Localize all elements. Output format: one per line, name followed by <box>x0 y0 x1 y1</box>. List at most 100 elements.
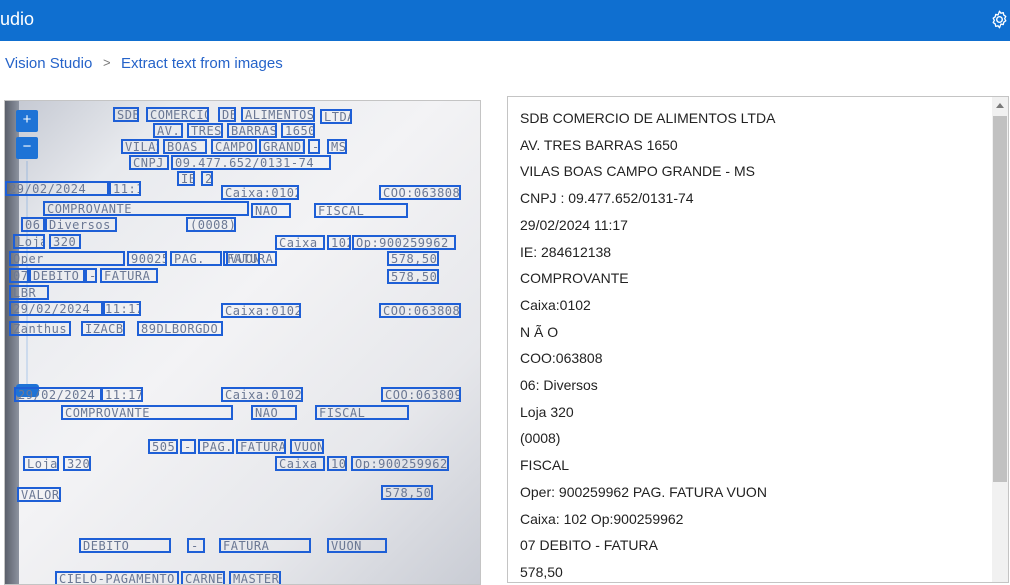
ocr-region-box[interactable]: FISCAL <box>315 405 409 420</box>
ocr-region-box[interactable]: 320 <box>49 234 81 249</box>
ocr-region-box[interactable]: LTDA <box>320 109 352 124</box>
image-viewer[interactable]: + − SDB COMERCIO DE ALIMENTOS LTDA AV. TRES BAR… <box>4 100 481 585</box>
ocr-region-box[interactable]: 578,50 <box>387 269 439 284</box>
receipt-background <box>5 101 19 584</box>
ocr-region-box[interactable]: IE <box>177 171 195 186</box>
ocr-region-box[interactable]: Diversos <box>45 217 117 232</box>
ocr-region-box[interactable]: FATURA <box>236 439 286 454</box>
ocr-region-box[interactable]: Caixa <box>275 235 325 250</box>
ocr-region-box[interactable]: - <box>187 538 205 553</box>
extracted-text-line: (0008) <box>520 430 561 447</box>
ocr-region-box[interactable]: FATURA <box>219 538 311 553</box>
ocr-region-box[interactable]: 29/02/2024 <box>9 301 105 316</box>
extracted-text-line: COMPROVANTE <box>520 270 629 287</box>
ocr-region-box[interactable]: Zanthus <box>9 321 71 336</box>
ocr-region-box[interactable]: VUON <box>290 439 324 454</box>
ocr-region-box[interactable]: 11:17 <box>101 301 141 316</box>
ocr-region-box[interactable]: - <box>85 268 97 283</box>
ocr-region-box[interactable]: 284612138 <box>201 171 213 186</box>
ocr-region-box[interactable]: 06 <box>21 217 45 232</box>
ocr-region-box[interactable]: 102 <box>327 235 351 250</box>
ocr-region-box[interactable]: CNPJ <box>129 155 169 170</box>
extracted-text-line: N Ã O <box>520 323 559 340</box>
ocr-region-box[interactable]: 320 <box>63 456 91 471</box>
ocr-region-box[interactable]: 29/02/2024 <box>14 387 102 402</box>
extracted-text-line: 578,50 <box>520 563 563 580</box>
ocr-region-box[interactable]: Op:900259962 <box>352 235 456 250</box>
scrollbar-thumb[interactable] <box>993 116 1007 482</box>
ocr-region-box[interactable]: PAG. <box>198 439 234 454</box>
ocr-region-box[interactable]: PAG. <box>170 251 222 266</box>
ocr-region-box[interactable]: BOAS <box>163 139 207 154</box>
ocr-region-box[interactable]: COMPROVANTE <box>43 201 249 216</box>
gear-icon[interactable] <box>989 9 1010 30</box>
top-bar: udio <box>0 0 1010 41</box>
extracted-text-panel[interactable]: SDB COMERCIO DE ALIMENTOS LTDA AV. TRES B… <box>507 96 1009 583</box>
ocr-region-box[interactable]: DEBITO <box>79 538 171 553</box>
ocr-region-box[interactable]: MS <box>327 139 347 154</box>
ocr-region-box[interactable]: 11:17 <box>101 387 143 402</box>
extracted-text-line: Caixa: 102 Op:900259962 <box>520 510 684 527</box>
breadcrumb-vision-studio[interactable]: Vision Studio <box>5 55 92 72</box>
ocr-region-box[interactable]: COMPROVANTE <box>61 405 233 420</box>
ocr-region-box[interactable]: NÃO <box>251 405 297 420</box>
ocr-region-box[interactable]: - <box>180 439 196 454</box>
ocr-region-box[interactable]: DEBITO <box>29 268 85 283</box>
scroll-up-arrow-icon[interactable] <box>996 103 1004 108</box>
ocr-region-box[interactable]: LBR <box>9 285 49 300</box>
app-title: udio <box>0 9 35 29</box>
ocr-region-box[interactable]: IZACB <box>81 321 125 336</box>
ocr-region-box[interactable]: Caixa:0102 <box>221 387 303 402</box>
ocr-region-box[interactable]: SDB <box>113 107 139 122</box>
extracted-text-line: FISCAL <box>520 457 570 474</box>
ocr-region-box[interactable]: VILAS <box>121 139 159 154</box>
ocr-region-box[interactable]: ALIMENTOS <box>241 107 315 122</box>
extracted-text-line: Oper: 900259962 PAG. FATURA VUON <box>520 483 767 500</box>
zoom-out-button[interactable]: − <box>16 137 38 159</box>
ocr-region-box[interactable]: CAMPO <box>211 139 257 154</box>
ocr-region-box[interactable]: BARRAS <box>227 123 277 138</box>
ocr-region-box[interactable]: VALOR <box>17 487 61 502</box>
ocr-region-box[interactable]: Caixa:0102 <box>221 303 301 318</box>
ocr-region-box[interactable]: 102 <box>327 456 347 471</box>
ocr-region-box[interactable]: 900259962 <box>127 251 167 266</box>
ocr-region-box[interactable]: GRANDE <box>259 139 305 154</box>
ocr-region-box[interactable]: COO:063809 <box>381 387 461 402</box>
ocr-region-box[interactable]: 505 <box>148 439 178 454</box>
ocr-region-box[interactable]: 09.477.652/0131-74 <box>171 155 331 170</box>
ocr-region-box[interactable]: DE <box>218 107 236 122</box>
ocr-region-box[interactable]: Oper <box>9 251 125 266</box>
ocr-region-box[interactable]: (0008) <box>186 217 236 232</box>
extracted-text-line: 06: Diversos <box>520 377 598 393</box>
ocr-region-box[interactable]: FISCAL <box>314 203 408 218</box>
ocr-region-box[interactable]: COO:063808 <box>379 303 461 318</box>
ocr-region-box[interactable]: 89DLBORGDO <box>137 321 223 336</box>
extracted-text-line: 07 DEBITO - FATURA <box>520 537 658 554</box>
ocr-region-box[interactable]: 29/02/2024 <box>5 181 109 196</box>
extracted-text-line: CNPJ : 09.477.652/0131-74 <box>520 190 694 207</box>
ocr-region-box[interactable]: 578,50 <box>381 485 433 500</box>
ocr-region-box[interactable]: NÃO <box>251 203 291 218</box>
ocr-region-box[interactable]: FATURA <box>100 268 158 283</box>
ocr-region-box[interactable]: Loja <box>23 456 59 471</box>
ocr-region-box[interactable]: Op:900259962 <box>351 456 449 471</box>
zoom-in-button[interactable]: + <box>16 110 38 132</box>
ocr-region-box[interactable]: VUON <box>226 251 260 266</box>
ocr-region-box[interactable]: 11:17 <box>109 181 141 196</box>
extracted-text-line: COO:063808 <box>520 350 603 367</box>
ocr-region-box[interactable]: Loja <box>13 234 45 249</box>
ocr-region-box[interactable]: 1650 <box>281 123 315 138</box>
ocr-region-box[interactable]: COO:063808 <box>379 185 461 200</box>
ocr-region-box[interactable]: VUON <box>327 538 387 553</box>
ocr-region-box[interactable]: COMERCIO <box>146 107 209 122</box>
ocr-region-box[interactable]: 578,50 <box>387 251 439 266</box>
ocr-region-box[interactable]: Caixa <box>275 456 325 471</box>
ocr-region-box[interactable]: 07 <box>9 268 29 283</box>
breadcrumb-extract-text[interactable]: Extract text from images <box>121 55 283 72</box>
ocr-region-box[interactable]: TRES <box>187 123 223 138</box>
extracted-text-line: 29/02/2024 11:17 <box>520 216 628 233</box>
ocr-region-box[interactable]: Caixa:0102 <box>221 185 299 200</box>
ocr-region-box[interactable]: - <box>308 139 320 154</box>
extracted-text-line: Caixa:0102 <box>520 296 591 313</box>
ocr-region-box[interactable]: AV. <box>153 123 183 138</box>
